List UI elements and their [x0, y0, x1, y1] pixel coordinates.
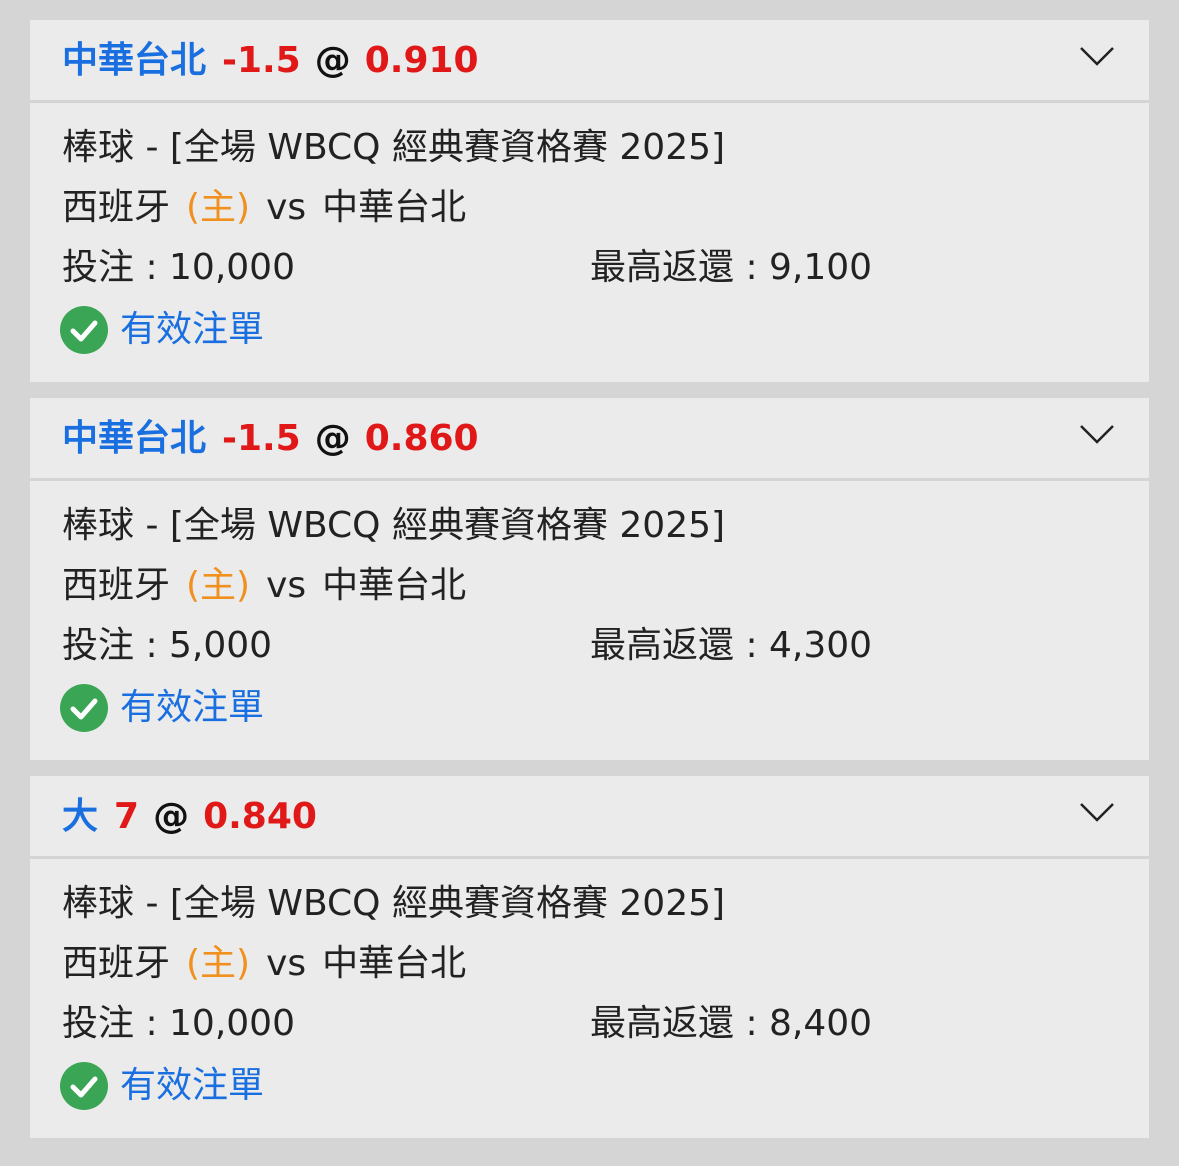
- bet-card-header[interactable]: 中華台北 -1.5 @0.860: [30, 398, 1149, 481]
- home-tag: (主): [186, 565, 251, 606]
- bet-card-header[interactable]: 中華台北 -1.5 @0.910: [30, 20, 1149, 103]
- check-circle-icon: [60, 1062, 108, 1110]
- bet-selection: 大: [62, 796, 99, 837]
- status-label: 有效注單: [120, 687, 265, 728]
- at-symbol: @: [314, 418, 351, 459]
- bet-odds: 0.910: [364, 40, 479, 81]
- bet-line: 7: [114, 796, 140, 837]
- event-name: 棒球 - [全場 WBCQ 經典賽資格賽 2025]: [62, 883, 726, 924]
- bet-title: 大 7 @0.840: [62, 796, 317, 838]
- check-circle-icon: [60, 684, 108, 732]
- bet-selection: 中華台北: [62, 418, 207, 459]
- away-team: 中華台北: [322, 943, 467, 984]
- status-label: 有效注單: [120, 309, 265, 350]
- bet-status: 有效注單: [60, 1061, 264, 1111]
- bet-line: -1.5: [222, 418, 301, 459]
- bet-line: -1.5: [222, 40, 301, 81]
- bet-list: 中華台北 -1.5 @0.910 棒球 - [全場 WBCQ 經典賽資格賽 2025…: [30, 20, 1149, 1154]
- bet-title: 中華台北 -1.5 @0.910: [62, 40, 479, 82]
- check-circle-icon: [60, 306, 108, 354]
- vs-label: vs: [266, 565, 307, 606]
- home-tag: (主): [186, 943, 251, 984]
- bet-title: 中華台北 -1.5 @0.860: [62, 418, 479, 460]
- home-team: 西班牙: [62, 565, 171, 606]
- bet-status: 有效注單: [60, 305, 264, 355]
- max-return: 最高返還 : 4,300: [590, 625, 873, 666]
- bet-card-body: 棒球 - [全場 WBCQ 經典賽資格賽 2025] 西班牙 (主) vs 中華台北 …: [30, 103, 1149, 379]
- home-tag: (主): [186, 187, 251, 228]
- at-symbol: @: [314, 40, 351, 81]
- bet-odds: 0.860: [364, 418, 479, 459]
- bet-odds: 0.840: [203, 796, 317, 837]
- bet-card: 中華台北 -1.5 @0.860 棒球 - [全場 WBCQ 經典賽資格賽 2025…: [30, 398, 1149, 760]
- max-return: 最高返還 : 9,100: [590, 247, 873, 288]
- matchup: 西班牙 (主) vs 中華台北: [62, 943, 466, 985]
- bet-card: 中華台北 -1.5 @0.910 棒球 - [全場 WBCQ 經典賽資格賽 2025…: [30, 20, 1149, 382]
- max-return: 最高返還 : 8,400: [590, 1003, 873, 1044]
- away-team: 中華台北: [322, 187, 467, 228]
- chevron-down-icon[interactable]: [1079, 44, 1115, 68]
- stake-amount: 投注 : 5,000: [62, 625, 273, 666]
- matchup: 西班牙 (主) vs 中華台北: [62, 565, 466, 607]
- stake-amount: 投注 : 10,000: [62, 1003, 295, 1044]
- vs-label: vs: [266, 943, 307, 984]
- away-team: 中華台北: [322, 565, 467, 606]
- home-team: 西班牙: [62, 187, 171, 228]
- event-name: 棒球 - [全場 WBCQ 經典賽資格賽 2025]: [62, 505, 726, 546]
- bet-status: 有效注單: [60, 683, 264, 733]
- event-name: 棒球 - [全場 WBCQ 經典賽資格賽 2025]: [62, 127, 726, 168]
- home-team: 西班牙: [62, 943, 171, 984]
- chevron-down-icon[interactable]: [1079, 422, 1115, 446]
- vs-label: vs: [266, 187, 307, 228]
- chevron-down-icon[interactable]: [1079, 800, 1115, 824]
- bet-card-body: 棒球 - [全場 WBCQ 經典賽資格賽 2025] 西班牙 (主) vs 中華台北 …: [30, 481, 1149, 757]
- status-label: 有效注單: [120, 1065, 265, 1106]
- matchup: 西班牙 (主) vs 中華台北: [62, 187, 466, 229]
- stake-amount: 投注 : 10,000: [62, 247, 295, 288]
- at-symbol: @: [153, 796, 190, 837]
- bet-card: 大 7 @0.840 棒球 - [全場 WBCQ 經典賽資格賽 2025] 西班牙 (…: [30, 776, 1149, 1138]
- bet-selection: 中華台北: [62, 40, 207, 81]
- bet-card-body: 棒球 - [全場 WBCQ 經典賽資格賽 2025] 西班牙 (主) vs 中華台北 …: [30, 859, 1149, 1135]
- bet-card-header[interactable]: 大 7 @0.840: [30, 776, 1149, 859]
